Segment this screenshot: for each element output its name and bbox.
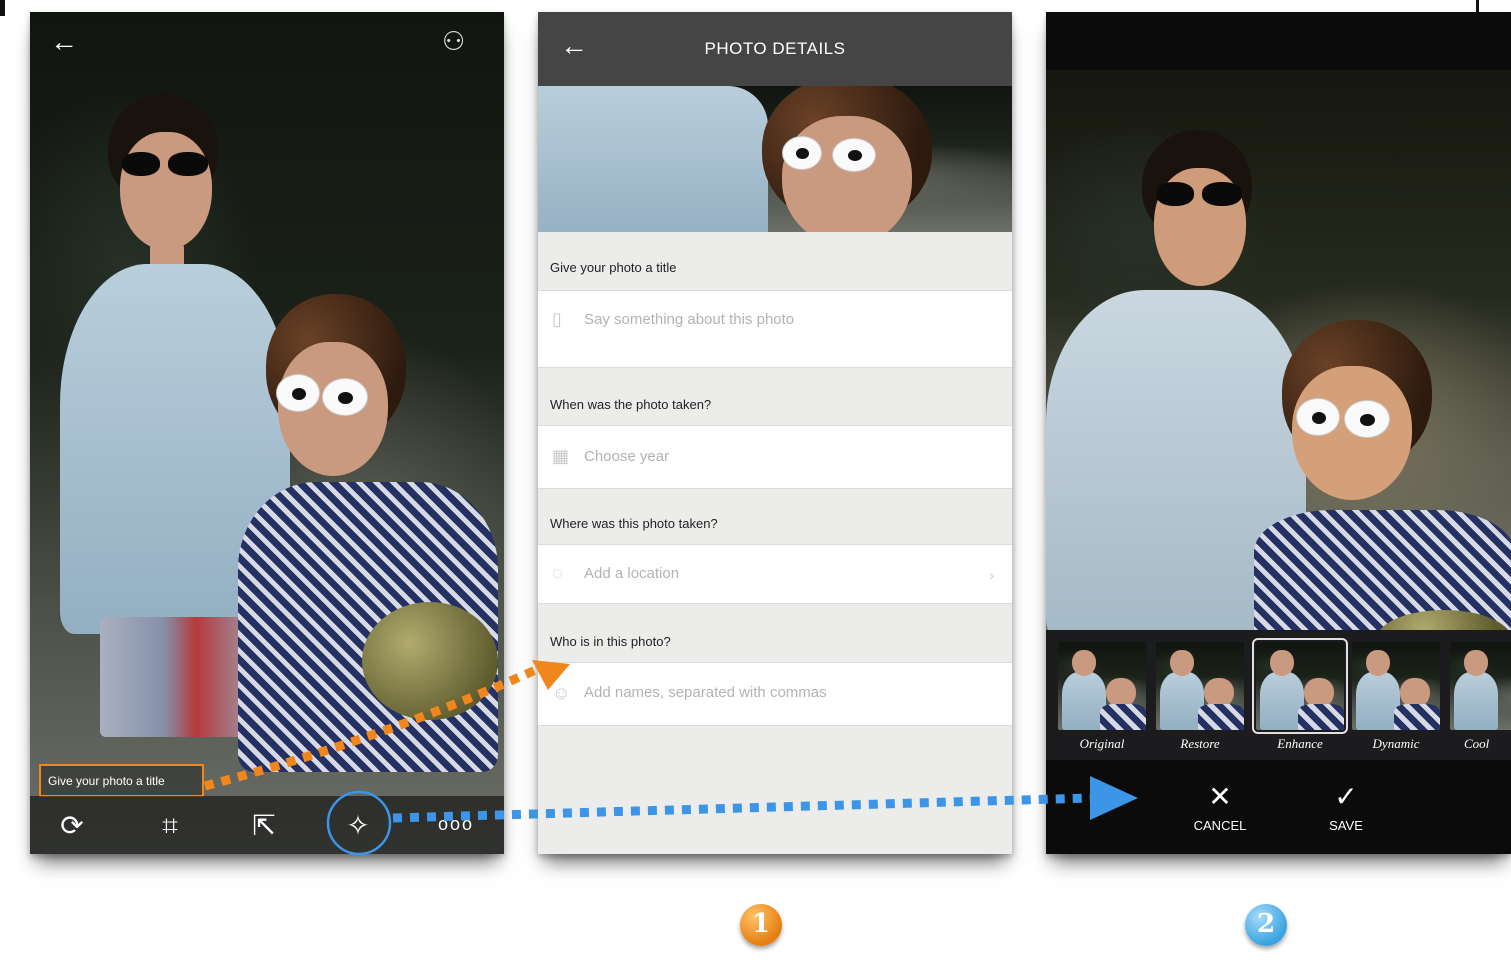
enhance-highlight-ring xyxy=(326,790,392,856)
blue-arrowhead xyxy=(1090,776,1138,820)
corner-mark-left xyxy=(0,0,5,16)
step-badge-1: 1 xyxy=(740,904,782,946)
corner-mark-right xyxy=(1476,0,1479,12)
blue-connector xyxy=(392,793,1091,823)
step-badge-2: 2 xyxy=(1245,904,1287,946)
orange-connector xyxy=(203,663,542,791)
orange-arrowhead xyxy=(532,660,570,690)
flow-arrows xyxy=(0,0,1479,856)
